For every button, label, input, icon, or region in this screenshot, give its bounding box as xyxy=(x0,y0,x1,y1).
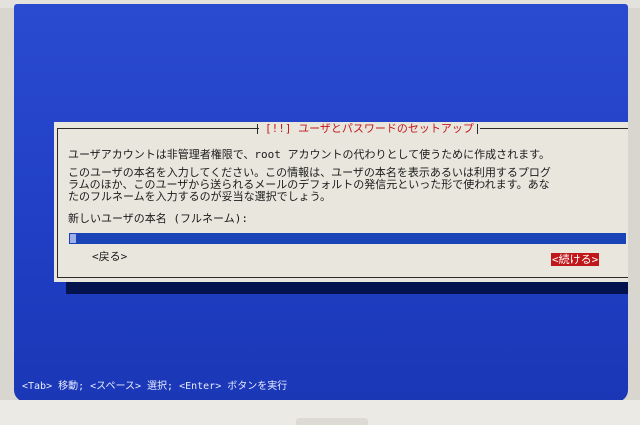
user-setup-dialog: [!!] ユーザとパスワードのセットアップ ユーザアカウントは非管理者権限で、r… xyxy=(54,122,628,282)
full-name-label: 新しいユーザの本名 (フルネーム): xyxy=(68,212,248,225)
title-left-tick xyxy=(257,124,258,134)
full-name-input[interactable] xyxy=(69,240,626,251)
keyboard-help-bar: <Tab> 移動; <スペース> 選択; <Enter> ボタンを実行 xyxy=(22,381,288,392)
continue-button[interactable]: <続ける> xyxy=(551,253,600,266)
monitor-bezel-notch xyxy=(296,418,368,425)
dialog-title: [!!] ユーザとパスワードのセットアップ xyxy=(259,122,480,136)
back-button[interactable]: <戻る> xyxy=(92,250,127,263)
installer-screen: [!!] ユーザとパスワードのセットアップ ユーザアカウントは非管理者権限で、r… xyxy=(14,4,628,402)
full-name-field[interactable] xyxy=(69,233,626,251)
intro-text: ユーザアカウントは非管理者権限で、root アカウントの代わりとして使うために作… xyxy=(68,148,551,161)
title-right-tick xyxy=(477,124,478,134)
description-line-3: たのフルネームを入力するのが妥当な選択でしょう。 xyxy=(68,190,332,203)
text-cursor xyxy=(70,234,76,243)
